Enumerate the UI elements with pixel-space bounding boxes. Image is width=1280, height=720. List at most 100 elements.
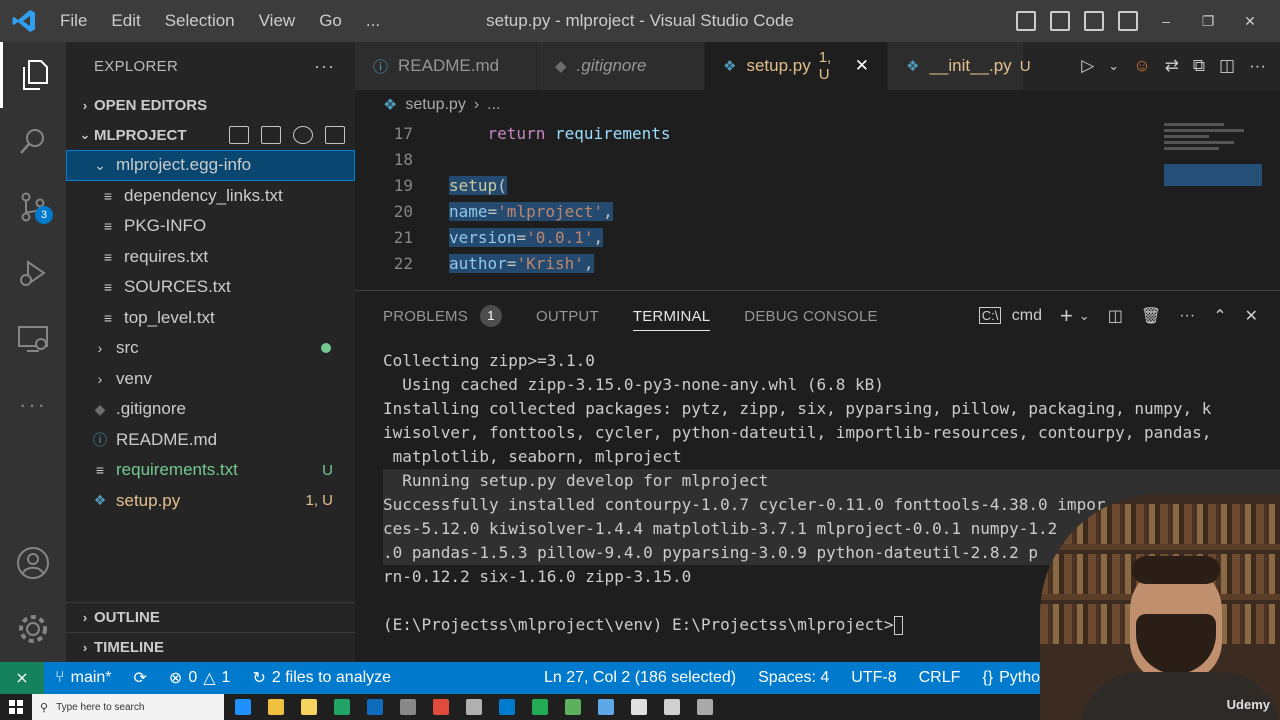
tree-item[interactable]: ≡ top_level.txt [66,303,355,334]
close-panel-icon[interactable]: ✕ [1245,306,1258,326]
tree-item[interactable]: ⓘ README.md [66,425,355,456]
new-terminal-icon[interactable]: + [1060,303,1073,329]
taskbar-search[interactable]: ⚲ Type here to search [32,694,224,720]
sync-icon[interactable]: ⟳ [123,668,158,688]
refresh-icon[interactable] [293,126,313,144]
open-preview-icon[interactable]: ⧉ [1193,56,1205,76]
breadcrumb-file[interactable]: setup.py [405,96,465,114]
more-actions-icon[interactable]: ··· [1249,56,1266,76]
run-icon[interactable]: ▷ [1081,56,1094,76]
code-line[interactable]: 22 author='Krish', [355,250,1280,276]
taskbar-app-icon[interactable] [630,699,647,715]
menu-more[interactable]: ... [354,0,392,42]
split-terminal-icon[interactable]: ◫ [1108,306,1123,326]
tab-problems[interactable]: PROBLEMS 1 [383,291,502,341]
tab-output[interactable]: OUTPUT [536,291,599,341]
new-folder-icon[interactable] [261,126,281,144]
toggle-panel-icon[interactable] [1050,11,1070,31]
maximize-panel-icon[interactable]: ⌃ [1213,306,1226,326]
outline-section[interactable]: › OUTLINE [66,602,355,632]
collapse-all-icon[interactable] [325,126,345,144]
close-window-icon[interactable]: ✕ [1236,13,1264,30]
customize-layout-icon[interactable] [1118,11,1138,31]
tree-item[interactable]: ⌄ mlproject.egg-info [66,150,355,181]
tree-item[interactable]: ≡ dependency_links.txt [66,181,355,212]
code-line[interactable]: 21 version='0.0.1', [355,224,1280,250]
taskbar-app-icon[interactable] [696,699,713,715]
copilot-icon[interactable]: ☺ [1133,56,1150,76]
tab-debug-console[interactable]: DEBUG CONSOLE [744,291,877,341]
toggle-secondary-sidebar-icon[interactable] [1084,11,1104,31]
taskbar-app-icon[interactable] [366,699,383,715]
analysis-status[interactable]: ↻ 2 files to analyze [241,668,402,688]
more-actions-icon[interactable]: ··· [1179,307,1195,325]
breadcrumb-rest[interactable]: ... [487,96,500,114]
windows-start-icon[interactable] [0,694,32,720]
compare-icon[interactable]: ⇄ [1165,56,1179,76]
more-views-icon[interactable]: ··· [0,372,66,438]
kill-terminal-icon[interactable]: 🗑 [1141,306,1161,326]
menu-view[interactable]: View [247,0,308,42]
taskbar-app-icon[interactable] [399,699,416,715]
tree-item[interactable]: ≡ SOURCES.txt [66,272,355,303]
code-line[interactable]: 18 [355,146,1280,172]
tree-item[interactable]: ◆ .gitignore [66,394,355,425]
split-editor-icon[interactable]: ◫ [1219,56,1235,76]
branch-status[interactable]: ⑂ main* [44,669,123,687]
minimize-icon[interactable]: – [1152,13,1180,29]
tab-setup-py[interactable]: ❖ setup.py 1, U ✕ [705,42,888,90]
remote-indicator-icon[interactable]: ⨯ [0,662,44,694]
search-icon[interactable] [0,108,66,174]
tab-gitignore[interactable]: ◆ .gitignore [537,42,705,90]
remote-explorer-icon[interactable] [0,306,66,372]
code-editor[interactable]: 17 return requirements 18 19 setup(20 name='… [355,120,1280,276]
encoding[interactable]: UTF-8 [840,669,907,687]
code-line[interactable]: 17 return requirements [355,120,1280,146]
terminal-shell-selector[interactable]: C:\ cmd [978,307,1042,325]
tree-item[interactable]: › venv [66,364,355,395]
menu-edit[interactable]: Edit [99,0,152,42]
taskbar-app-icon[interactable] [597,699,614,715]
taskbar-app-icon[interactable] [333,699,350,715]
close-tab-icon[interactable]: ✕ [855,56,869,76]
code-line[interactable]: 20 name='mlproject', [355,198,1280,224]
tree-item[interactable]: ❖ setup.py 1, U [66,486,355,517]
taskbar-app-icon[interactable] [234,699,251,715]
source-control-icon[interactable]: 3 [0,174,66,240]
project-section[interactable]: ⌄ MLPROJECT [66,120,355,150]
menu-selection[interactable]: Selection [153,0,247,42]
cursor-position[interactable]: Ln 27, Col 2 (186 selected) [533,669,747,687]
chevron-down-icon[interactable]: ⌄ [1079,308,1090,324]
tree-item[interactable]: ≡ requires.txt [66,242,355,273]
problems-status[interactable]: ⊗ 0 △ 1 [158,668,242,688]
line-ending[interactable]: CRLF [908,669,972,687]
taskbar-app-icon[interactable] [267,699,284,715]
tab-readme[interactable]: ⓘ README.md [355,42,537,90]
taskbar-app-icon[interactable] [432,699,449,715]
taskbar-app-icon[interactable] [531,699,548,715]
explorer-more-icon[interactable]: ··· [314,56,335,77]
minimap[interactable] [1164,120,1262,190]
menu-file[interactable]: File [48,0,99,42]
manage-gear-icon[interactable] [0,596,66,662]
taskbar-app-icon[interactable] [663,699,680,715]
indentation[interactable]: Spaces: 4 [747,669,840,687]
code-line[interactable]: 19 setup( [355,172,1280,198]
tree-item[interactable]: ≡ requirements.txt U [66,455,355,486]
chevron-down-icon[interactable]: ⌄ [1108,58,1119,74]
tree-item[interactable]: ≡ PKG-INFO [66,211,355,242]
open-editors-section[interactable]: › OPEN EDITORS [66,90,355,120]
taskbar-app-icon[interactable] [300,699,317,715]
account-icon[interactable] [0,530,66,596]
tab-terminal[interactable]: TERMINAL [632,291,711,341]
timeline-section[interactable]: › TIMELINE [66,632,355,662]
restore-icon[interactable]: ❐ [1194,13,1222,30]
taskbar-app-icon[interactable] [498,699,515,715]
tab-init-py[interactable]: ❖ __init__.py U [888,42,1031,90]
taskbar-app-icon[interactable] [465,699,482,715]
toggle-sidebar-icon[interactable] [1016,11,1036,31]
new-file-icon[interactable] [229,126,249,144]
tree-item[interactable]: › src [66,333,355,364]
taskbar-app-icon[interactable] [564,699,581,715]
run-debug-icon[interactable] [0,240,66,306]
